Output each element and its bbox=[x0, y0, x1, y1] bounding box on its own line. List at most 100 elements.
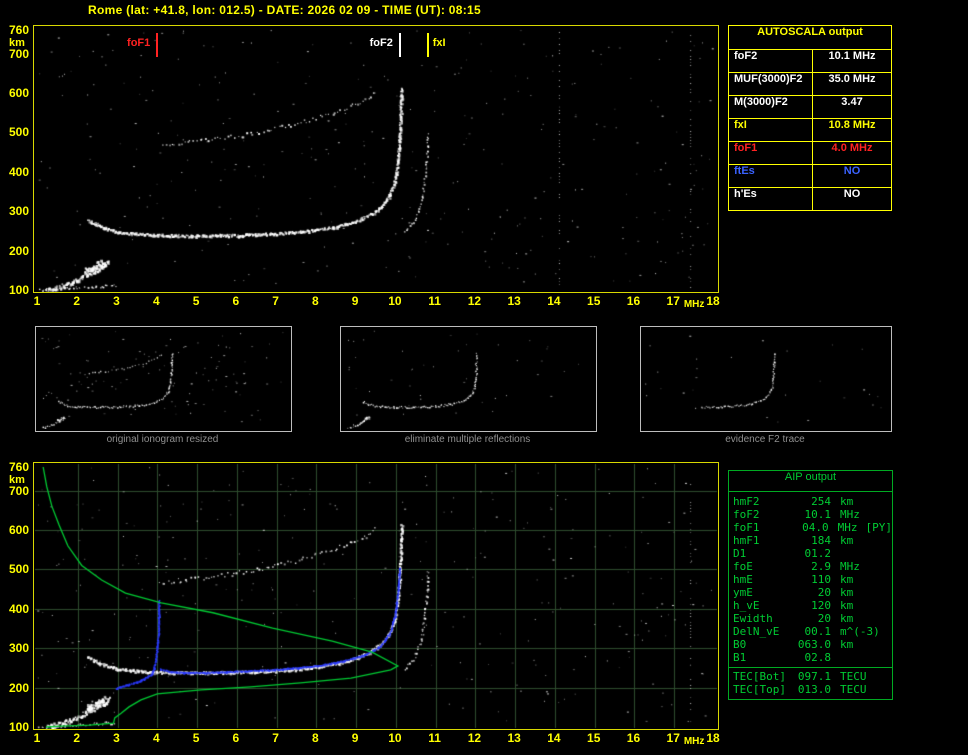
aip-table-title: AIP output bbox=[729, 471, 892, 492]
param-name: B0 bbox=[733, 638, 747, 651]
x-tick-label: 4 bbox=[152, 294, 160, 308]
table-row: B0 063.0 km bbox=[729, 638, 892, 651]
param-value: 04.0 bbox=[802, 521, 829, 534]
thumbnail-eliminate-reflections bbox=[340, 326, 597, 432]
table-row: D1 01.2 bbox=[729, 547, 892, 560]
y-tick-label: 200 bbox=[8, 680, 29, 695]
row-value: NO bbox=[843, 165, 861, 177]
param-name: DelN_vE bbox=[733, 625, 780, 638]
ionogram-panel-top: foF1 foF2 fxI bbox=[33, 25, 719, 293]
y-tick-label: 760 bbox=[8, 460, 29, 474]
row-label: fxI bbox=[729, 119, 813, 141]
x-tick-label: 11 bbox=[428, 294, 441, 308]
param-flag: [PY] bbox=[865, 521, 893, 534]
y-tick-label: 400 bbox=[8, 601, 29, 616]
x-tick-label: 10 bbox=[388, 294, 402, 308]
foF1-marker-line bbox=[156, 33, 159, 57]
y-axis-bottom: 760 700 600 500 400 300 200 100 km bbox=[0, 460, 31, 734]
x-tick-label: 9 bbox=[351, 731, 359, 745]
x-tick-label: 16 bbox=[626, 294, 641, 308]
param-name: h_vE bbox=[733, 599, 760, 612]
param-name: TEC[Top] bbox=[733, 683, 786, 696]
row-label: foF1 bbox=[729, 142, 813, 164]
param-unit bbox=[831, 547, 840, 560]
param-unit: km bbox=[840, 638, 854, 651]
param-name: B1 bbox=[733, 651, 747, 664]
param-name: foF2 bbox=[733, 508, 760, 521]
param-unit: km bbox=[840, 534, 854, 547]
table-row: foE 2.9 MHz bbox=[729, 560, 892, 573]
table-row: fxI 10.8 MHz bbox=[729, 118, 891, 141]
table-row: ftEs NO bbox=[729, 164, 891, 187]
param-name: foE bbox=[733, 560, 753, 573]
param-name: hmF1 bbox=[733, 534, 760, 547]
y-tick-label: 500 bbox=[8, 125, 29, 140]
table-row: ymE 20 km bbox=[729, 586, 892, 599]
foF1-marker-label: foF1 bbox=[127, 37, 151, 49]
row-value: 10.1 MHz bbox=[828, 50, 876, 62]
fxI-marker-line bbox=[426, 33, 429, 57]
row-label: M(3000)F2 bbox=[729, 96, 813, 118]
thumbnail-caption: eliminate multiple reflections bbox=[404, 434, 531, 445]
param-unit: TECU bbox=[840, 670, 867, 683]
x-tick-label: 2 bbox=[73, 731, 81, 745]
param-value: 097.1 bbox=[797, 670, 831, 683]
param-value: 013.0 bbox=[797, 683, 831, 696]
row-label: foF2 bbox=[729, 50, 813, 72]
param-value: 00.1 bbox=[804, 625, 832, 638]
x-axis-top: 1 2 3 4 5 6 7 8 9 10 11 12 13 14 15 16 17 18 MHz bbox=[33, 294, 743, 312]
param-unit: m^(-3) bbox=[840, 625, 880, 638]
table-row: foF2 10.1 MHz bbox=[729, 508, 892, 521]
thumbnail-evidence-f2 bbox=[640, 326, 892, 432]
param-value: 10.1 bbox=[804, 508, 832, 521]
thumbnail-caption: evidence F2 trace bbox=[725, 434, 805, 445]
x-tick-label: 15 bbox=[587, 294, 601, 308]
x-tick-label: 7 bbox=[272, 294, 279, 308]
x-tick-label: 8 bbox=[312, 294, 319, 308]
param-name: TEC[Bot] bbox=[733, 670, 786, 683]
param-name: Ewidth bbox=[733, 612, 773, 625]
x-tick-label: 12 bbox=[467, 294, 482, 308]
x-tick-label: 5 bbox=[192, 294, 200, 308]
param-value: 254 bbox=[811, 495, 831, 508]
param-unit: km bbox=[840, 573, 854, 586]
param-value: 110 bbox=[811, 573, 831, 586]
param-name: hmF2 bbox=[733, 495, 760, 508]
param-unit: km bbox=[840, 599, 854, 612]
autoscala-window: Rome (lat: +41.8, lon: 012.5) - DATE: 20… bbox=[0, 0, 968, 755]
param-unit: km bbox=[840, 495, 854, 508]
autoscala-output-table: AUTOSCALA output foF2 10.1 MHz MUF(3000)… bbox=[728, 25, 892, 211]
x-tick-label: 11 bbox=[428, 731, 441, 745]
aip-output-table: AIP output hmF2 254 km foF2 10.1 MHz foF… bbox=[728, 470, 893, 700]
param-value: 02.8 bbox=[804, 651, 832, 664]
param-value: 20 bbox=[817, 612, 831, 625]
tec-section: TEC[Bot] 097.1 TECU TEC[Top] 013.0 TECU bbox=[729, 667, 892, 699]
y-axis-unit: km bbox=[9, 474, 25, 486]
row-value: 35.0 MHz bbox=[828, 73, 876, 85]
table-row: h_vE 120 km bbox=[729, 599, 892, 612]
y-tick-label: 300 bbox=[8, 641, 29, 656]
table-row: foF1 4.0 MHz bbox=[729, 141, 891, 164]
param-unit: MHz bbox=[840, 508, 860, 521]
x-tick-label: 7 bbox=[272, 731, 279, 745]
param-unit bbox=[831, 651, 840, 664]
param-name: D1 bbox=[733, 547, 747, 560]
x-tick-label: 8 bbox=[312, 731, 319, 745]
table-row: foF2 10.1 MHz bbox=[729, 49, 891, 72]
thumbnail-canvas bbox=[341, 327, 594, 429]
x-tick-label: 13 bbox=[507, 731, 521, 745]
autoscala-table-title: AUTOSCALA output bbox=[757, 26, 863, 38]
frequency-markers: foF1 foF2 fxI bbox=[34, 26, 718, 292]
table-row: hmF2 254 km bbox=[729, 495, 892, 508]
table-row: h'Es NO bbox=[729, 187, 891, 210]
x-tick-label: 5 bbox=[192, 731, 200, 745]
x-axis-unit: MHz bbox=[683, 299, 705, 310]
param-name: foF1 bbox=[733, 521, 760, 534]
param-unit: MHz bbox=[840, 560, 860, 573]
x-tick-label: 16 bbox=[626, 731, 641, 745]
y-tick-label: 500 bbox=[8, 562, 29, 577]
param-value: 2.9 bbox=[811, 560, 831, 573]
y-tick-label: 300 bbox=[8, 204, 29, 219]
x-tick-label: 1 bbox=[33, 294, 41, 308]
foF2-marker-label: foF2 bbox=[369, 37, 393, 49]
